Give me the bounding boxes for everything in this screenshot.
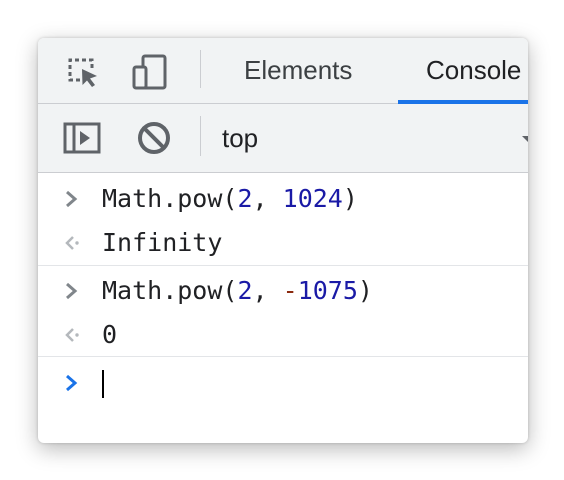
console-messages: Math.pow(2, 1024) Infinity Math.pow(2, -… bbox=[38, 173, 528, 443]
console-output-row: 0 bbox=[38, 313, 528, 357]
output-arrow-icon bbox=[62, 230, 84, 256]
tab-elements[interactable]: Elements bbox=[244, 38, 352, 103]
device-toolbar-icon[interactable] bbox=[131, 53, 169, 91]
input-chevron-icon bbox=[62, 186, 84, 212]
code-operator: - bbox=[282, 276, 298, 305]
code-text: ) bbox=[357, 276, 373, 305]
row-divider bbox=[38, 265, 528, 266]
text-cursor bbox=[102, 370, 104, 398]
output-arrow-icon bbox=[62, 322, 84, 348]
js-context-selector[interactable]: top bbox=[222, 104, 258, 172]
toolbar-separator bbox=[200, 50, 201, 88]
devtools-tab-bar: Elements Console bbox=[38, 38, 528, 104]
inspect-element-icon[interactable] bbox=[64, 53, 102, 91]
code-number: 1075 bbox=[297, 276, 358, 305]
input-chevron-icon bbox=[62, 278, 84, 304]
code-number: 1024 bbox=[282, 184, 343, 213]
console-prompt-row[interactable] bbox=[38, 361, 528, 405]
code-text: Math.pow( bbox=[102, 276, 238, 305]
row-divider bbox=[38, 356, 528, 357]
tab-console[interactable]: Console bbox=[426, 38, 521, 103]
console-input-row: Math.pow(2, 1024) bbox=[38, 177, 528, 221]
console-input-code: Math.pow(2, 1024) bbox=[102, 177, 358, 221]
code-text: , bbox=[252, 276, 283, 305]
code-number: 2 bbox=[237, 276, 253, 305]
code-text: , bbox=[252, 184, 283, 213]
clear-console-icon[interactable] bbox=[134, 118, 174, 158]
console-output-row: Infinity bbox=[38, 221, 528, 265]
toolbar-separator bbox=[200, 116, 201, 156]
code-text: ) bbox=[342, 184, 358, 213]
chevron-down-icon[interactable] bbox=[522, 132, 528, 144]
prompt-chevron-icon bbox=[62, 370, 84, 396]
devtools-window: Elements Console top Math.pow(2, 1024) I… bbox=[38, 38, 528, 443]
code-text: Math.pow( bbox=[102, 184, 238, 213]
console-result: 0 bbox=[102, 320, 118, 349]
console-input-code: Math.pow(2, -1075) bbox=[102, 269, 373, 313]
code-number: 2 bbox=[237, 184, 253, 213]
console-input-row: Math.pow(2, -1075) bbox=[38, 269, 528, 313]
show-console-sidebar-icon[interactable] bbox=[62, 118, 102, 158]
console-toolbar: top bbox=[38, 104, 528, 173]
console-result: Infinity bbox=[102, 228, 223, 257]
